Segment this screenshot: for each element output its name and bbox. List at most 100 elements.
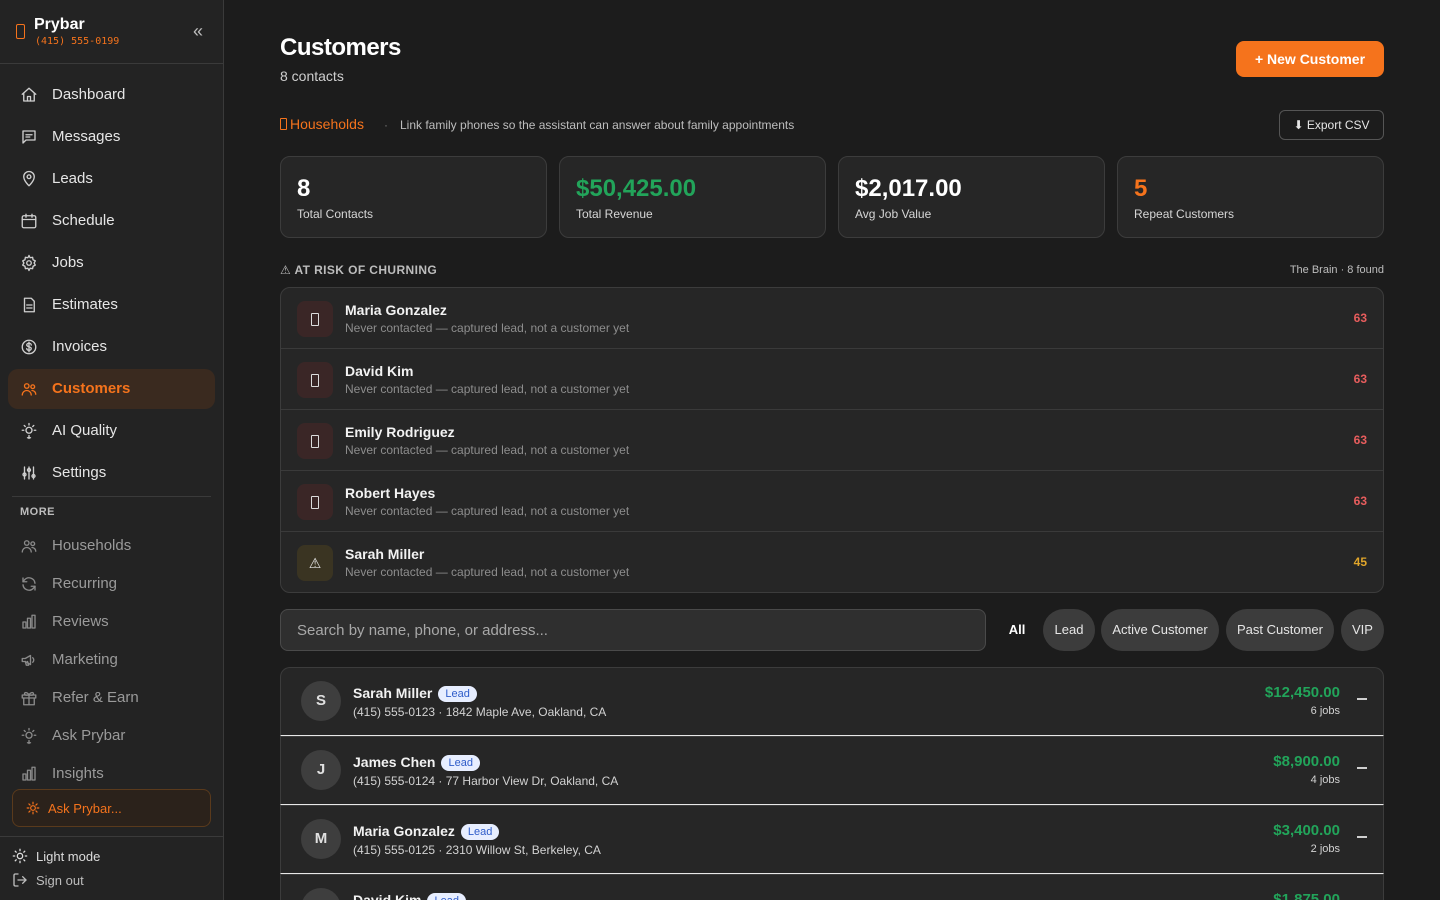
customer-job-count: 6 jobs xyxy=(1310,705,1340,717)
sidebar-item-leads[interactable]: Leads xyxy=(8,159,215,199)
sidebar-bottom-divider xyxy=(0,836,223,837)
status-badge: Lead xyxy=(441,755,480,771)
customer-row[interactable]: D David Kim Lead $1,875.00 xyxy=(280,874,1384,900)
new-customer-button[interactable]: + New Customer xyxy=(1236,41,1384,77)
filter-chip-active-customer[interactable]: Active Customer xyxy=(1101,609,1219,651)
dollar-icon xyxy=(20,338,38,356)
sidebar-item-ai-quality[interactable]: AI Quality xyxy=(8,411,215,451)
customer-phone: (415) 555-0125 xyxy=(353,843,436,857)
light-mode-toggle[interactable]: Light mode xyxy=(12,846,132,866)
sidebar-item-label: Reviews xyxy=(52,613,109,630)
sidebar-item-reviews[interactable]: Reviews xyxy=(8,602,215,642)
contact-separator: · xyxy=(435,774,446,788)
brand-name: Prybar xyxy=(34,16,85,33)
sidebar-item-label: Customers xyxy=(52,380,131,397)
sidebar-item-schedule[interactable]: Schedule xyxy=(8,201,215,241)
customer-phone: (415) 555-0123 xyxy=(353,705,436,719)
sidebar-item-households[interactable]: Households xyxy=(8,526,215,566)
churn-risk-score: 63 xyxy=(1353,311,1367,325)
churn-risk-row[interactable]: Robert Hayes Never contacted — captured l… xyxy=(281,471,1383,532)
sidebar-item-jobs[interactable]: Jobs xyxy=(8,243,215,283)
filter-chip-all[interactable]: All xyxy=(1000,609,1034,651)
sidebar: Prybar (415) 555-0199 « Dashboard Message… xyxy=(0,0,224,900)
light-mode-label: Light mode xyxy=(36,849,101,864)
sidebar-item-messages[interactable]: Messages xyxy=(8,117,215,157)
customer-name: David Kim xyxy=(353,892,422,900)
churn-risk-row[interactable]: Maria Gonzalez Never contacted — captured… xyxy=(281,288,1383,349)
sidebar-item-label: Invoices xyxy=(52,338,108,355)
churn-risk-row[interactable]: David Kim Never contacted — captured lead… xyxy=(281,349,1383,410)
home-icon xyxy=(20,86,38,104)
customer-address: 77 Harbor View Dr, Oakland, CA xyxy=(445,774,619,788)
churn-risk-name: David Kim xyxy=(345,363,414,379)
customer-revenue: $1,875.00 xyxy=(1273,891,1340,900)
customer-row[interactable]: S Sarah Miller Lead (415) 555-0123 · 1842 M… xyxy=(280,667,1384,736)
filter-chip-lead[interactable]: Lead xyxy=(1043,609,1095,651)
avatar: D xyxy=(301,888,341,900)
customer-row[interactable]: J James Chen Lead (415) 555-0124 · 77 Harbo… xyxy=(280,736,1384,805)
sidebar-item-refer-earn[interactable]: Refer & Earn xyxy=(8,678,215,718)
churn-risk-score: 63 xyxy=(1353,433,1367,447)
stat-caption: Repeat Customers xyxy=(1134,207,1235,221)
customer-job-count: 2 jobs xyxy=(1310,843,1340,855)
avatar: M xyxy=(301,819,341,859)
churn-risk-name: Sarah Miller xyxy=(345,546,425,562)
more-section-label: MORE xyxy=(20,506,55,518)
collapse-sidebar-icon[interactable]: « xyxy=(188,22,208,42)
filter-chip-past-customer[interactable]: Past Customer xyxy=(1226,609,1334,651)
sign-out-button[interactable]: Sign out xyxy=(12,870,112,890)
customer-search-input[interactable] xyxy=(280,609,986,651)
stat-card: 8 Total Contacts xyxy=(280,156,547,238)
lightbulb-icon xyxy=(20,727,38,745)
customer-name-line: Sarah Miller Lead xyxy=(353,685,477,702)
churn-risk-row[interactable]: Emily Rodriguez Never contacted — capture… xyxy=(281,410,1383,471)
customer-name-line: David Kim Lead xyxy=(353,892,466,900)
households-description: Link family phones so the assistant can … xyxy=(400,118,795,132)
sun-icon xyxy=(12,848,28,864)
row-menu-icon[interactable] xyxy=(1357,767,1367,769)
warning-icon: ⚠ xyxy=(297,545,333,581)
sidebar-item-marketing[interactable]: Marketing xyxy=(8,640,215,680)
sidebar-item-estimates[interactable]: Estimates xyxy=(8,285,215,325)
refresh-icon xyxy=(20,575,38,593)
lightbulb-icon xyxy=(20,422,38,440)
row-menu-icon[interactable] xyxy=(1357,836,1367,838)
row-menu-icon[interactable] xyxy=(1357,698,1367,700)
filter-chip-vip[interactable]: VIP xyxy=(1341,609,1384,651)
ask-prybar-button[interactable]: Ask Prybar... xyxy=(12,789,211,827)
sidebar-item-label: Refer & Earn xyxy=(52,689,139,706)
sidebar-item-recurring[interactable]: Recurring xyxy=(8,564,215,604)
gift-icon xyxy=(20,689,38,707)
message-icon xyxy=(20,128,38,146)
churn-risk-row[interactable]: ⚠ Sarah Miller Never contacted — captured … xyxy=(281,532,1383,592)
stat-caption: Total Contacts xyxy=(297,207,374,221)
customer-name-line: James Chen Lead xyxy=(353,754,480,771)
sidebar-item-settings[interactable]: Settings xyxy=(8,453,215,493)
document-icon xyxy=(20,296,38,314)
customer-row[interactable]: M Maria Gonzalez Lead (415) 555-0125 · 2310… xyxy=(280,805,1384,874)
stat-value: 8 xyxy=(297,175,311,202)
stat-caption: Total Revenue xyxy=(576,207,653,221)
gear-icon xyxy=(20,254,38,272)
sidebar-item-invoices[interactable]: Invoices xyxy=(8,327,215,367)
sidebar-item-label: Schedule xyxy=(52,212,115,229)
megaphone-icon xyxy=(20,651,38,669)
households-link[interactable]: Households xyxy=(280,116,364,132)
churn-risk-score: 45 xyxy=(1353,555,1367,569)
sidebar-item-label: Households xyxy=(52,537,132,554)
sidebar-item-insights[interactable]: Insights xyxy=(8,754,215,794)
sidebar-item-customers[interactable]: Customers xyxy=(8,369,215,409)
households-link-label: Households xyxy=(290,116,364,132)
sidebar-item-ask-prybar[interactable]: Ask Prybar xyxy=(8,716,215,756)
churn-risk-reason: Never contacted — captured lead, not a c… xyxy=(345,382,630,396)
customer-job-count: 4 jobs xyxy=(1310,774,1340,786)
customer-name: Sarah Miller xyxy=(353,685,433,701)
avatar: S xyxy=(301,681,341,721)
export-csv-button[interactable]: ⬇ Export CSV xyxy=(1279,110,1384,140)
sidebar-item-label: Jobs xyxy=(52,254,84,271)
customer-contact: (415) 555-0124 · 77 Harbor View Dr, Oakl… xyxy=(353,774,618,788)
stat-value: $2,017.00 xyxy=(855,175,962,202)
sidebar-item-dashboard[interactable]: Dashboard xyxy=(8,75,215,115)
customer-phone: (415) 555-0124 xyxy=(353,774,436,788)
churn-risk-reason: Never contacted — captured lead, not a c… xyxy=(345,504,630,518)
